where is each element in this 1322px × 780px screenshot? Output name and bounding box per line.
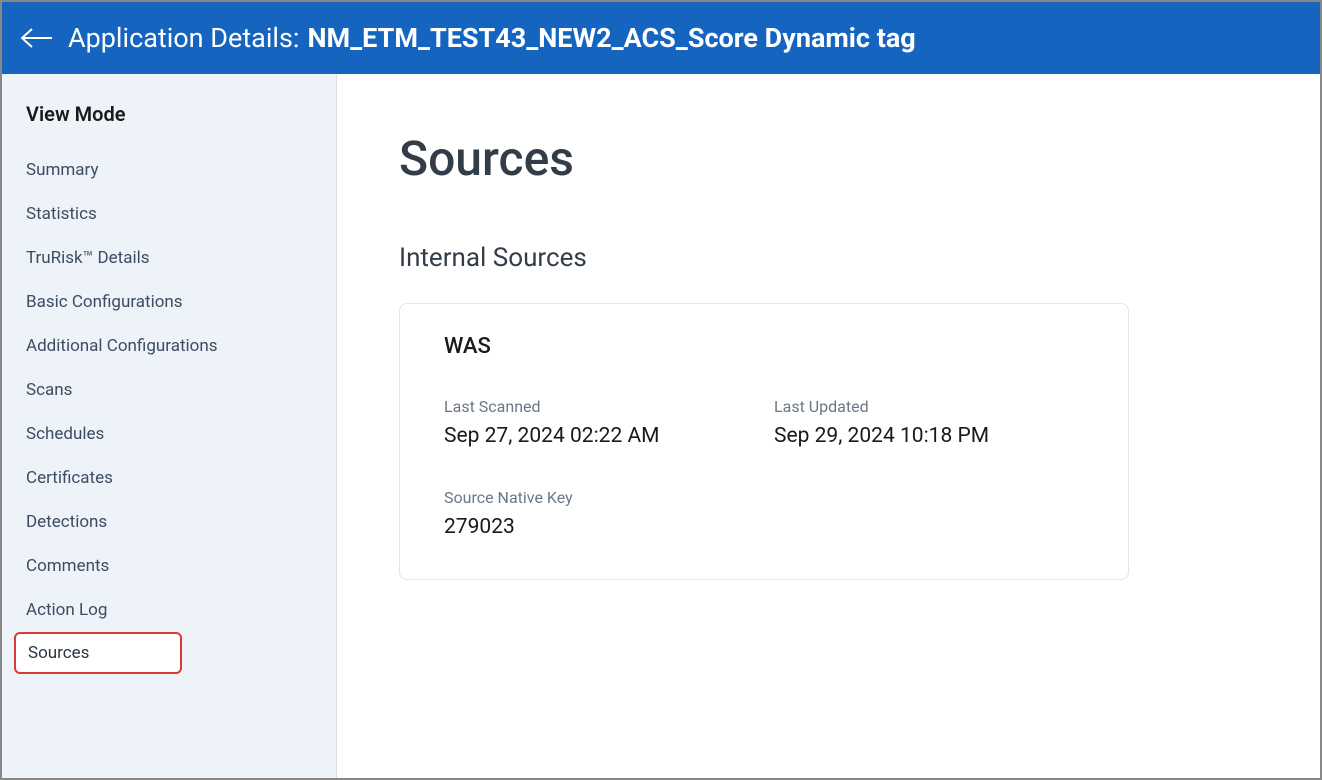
main-content: Sources Internal Sources WAS Last Scanne… (337, 74, 1320, 778)
sidebar-item-schedules[interactable]: Schedules (2, 412, 336, 456)
sidebar-item-sources[interactable]: Sources (14, 632, 182, 674)
last-updated-value: Sep 29, 2024 10:18 PM (774, 424, 1084, 448)
last-scanned-value: Sep 27, 2024 02:22 AM (444, 424, 774, 448)
sidebar-item-comments[interactable]: Comments (2, 544, 336, 588)
field-last-updated: Last Updated Sep 29, 2024 10:18 PM (774, 397, 1084, 448)
native-key-label: Source Native Key (444, 488, 774, 507)
last-updated-label: Last Updated (774, 397, 1084, 416)
field-last-scanned: Last Scanned Sep 27, 2024 02:22 AM (444, 397, 774, 448)
app-header: Application Details: NM_ETM_TEST43_NEW2_… (2, 2, 1320, 74)
sidebar-title: View Mode (2, 102, 336, 148)
sidebar-item-certificates[interactable]: Certificates (2, 456, 336, 500)
header-app-name: NM_ETM_TEST43_NEW2_ACS_Score Dynamic tag (307, 22, 915, 54)
sidebar-item-action-log[interactable]: Action Log (2, 588, 336, 632)
source-name: WAS (444, 334, 1084, 359)
section-title: Internal Sources (399, 243, 1258, 273)
source-card: WAS Last Scanned Sep 27, 2024 02:22 AM L… (399, 303, 1129, 580)
sidebar-item-scans[interactable]: Scans (2, 368, 336, 412)
sidebar-item-trurisk-details[interactable]: TruRisk™ Details (2, 236, 336, 280)
native-key-value: 279023 (444, 515, 774, 539)
header-title-prefix: Application Details: (68, 22, 299, 54)
last-scanned-label: Last Scanned (444, 397, 774, 416)
page-title: Sources (399, 130, 1258, 187)
sidebar-item-statistics[interactable]: Statistics (2, 192, 336, 236)
sidebar-item-additional-configurations[interactable]: Additional Configurations (2, 324, 336, 368)
arrow-left-icon (20, 26, 54, 50)
sidebar: View Mode Summary Statistics TruRisk™ De… (2, 74, 337, 778)
sidebar-item-summary[interactable]: Summary (2, 148, 336, 192)
sidebar-item-basic-configurations[interactable]: Basic Configurations (2, 280, 336, 324)
field-native-key: Source Native Key 279023 (444, 488, 774, 539)
sidebar-item-detections[interactable]: Detections (2, 500, 336, 544)
back-button[interactable] (18, 19, 56, 57)
